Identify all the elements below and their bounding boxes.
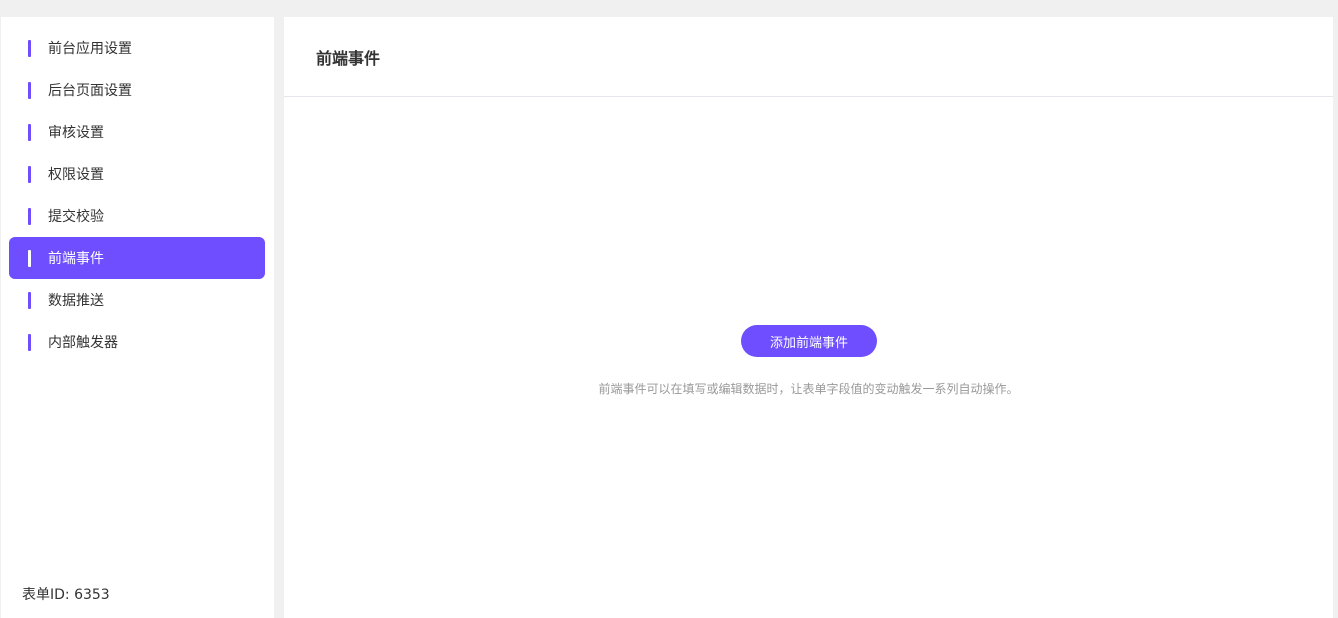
settings-sidebar: 前台应用设置 后台页面设置 审核设置 权限设置 提交校验 前端事件 数据推送 内… bbox=[1, 17, 274, 618]
sidebar-item-label: 提交校验 bbox=[48, 209, 104, 225]
sidebar-item-internal-triggers[interactable]: 内部触发器 bbox=[9, 321, 265, 363]
sidebar-item-frontend-events[interactable]: 前端事件 bbox=[9, 237, 265, 279]
sidebar-item-data-push[interactable]: 数据推送 bbox=[9, 279, 265, 321]
sidebar-item-label: 数据推送 bbox=[48, 293, 104, 309]
item-marker bbox=[28, 166, 31, 183]
sidebar-item-frontend-app-settings[interactable]: 前台应用设置 bbox=[9, 27, 265, 69]
item-marker bbox=[28, 208, 31, 225]
sidebar-item-label: 后台页面设置 bbox=[48, 83, 132, 99]
empty-state-hint: 前端事件可以在填写或编辑数据时，让表单字段值的变动触发一系列自动操作。 bbox=[598, 382, 1019, 396]
sidebar-item-review-settings[interactable]: 审核设置 bbox=[9, 111, 265, 153]
item-marker bbox=[28, 124, 31, 141]
page-title: 前端事件 bbox=[316, 48, 381, 68]
form-id-label: 表单ID: 6353 bbox=[22, 587, 110, 603]
sidebar-item-permission-settings[interactable]: 权限设置 bbox=[9, 153, 265, 195]
sidebar-item-label: 前台应用设置 bbox=[48, 41, 132, 57]
sidebar-item-label: 前端事件 bbox=[48, 251, 104, 267]
sidebar-item-submit-validation[interactable]: 提交校验 bbox=[9, 195, 265, 237]
sidebar-item-backend-page-settings[interactable]: 后台页面设置 bbox=[9, 69, 265, 111]
sidebar-item-label: 权限设置 bbox=[48, 167, 104, 183]
main-panel: 前端事件 添加前端事件 前端事件可以在填写或编辑数据时，让表单字段值的变动触发一… bbox=[284, 17, 1333, 618]
item-marker bbox=[28, 292, 31, 309]
item-marker bbox=[28, 82, 31, 99]
item-marker bbox=[28, 250, 31, 267]
sidebar-item-label: 内部触发器 bbox=[48, 335, 118, 351]
item-marker bbox=[28, 334, 31, 351]
sidebar-item-label: 审核设置 bbox=[48, 125, 104, 141]
panel-header: 前端事件 bbox=[284, 17, 1333, 97]
add-frontend-event-button[interactable]: 添加前端事件 bbox=[741, 325, 877, 357]
item-marker bbox=[28, 40, 31, 57]
